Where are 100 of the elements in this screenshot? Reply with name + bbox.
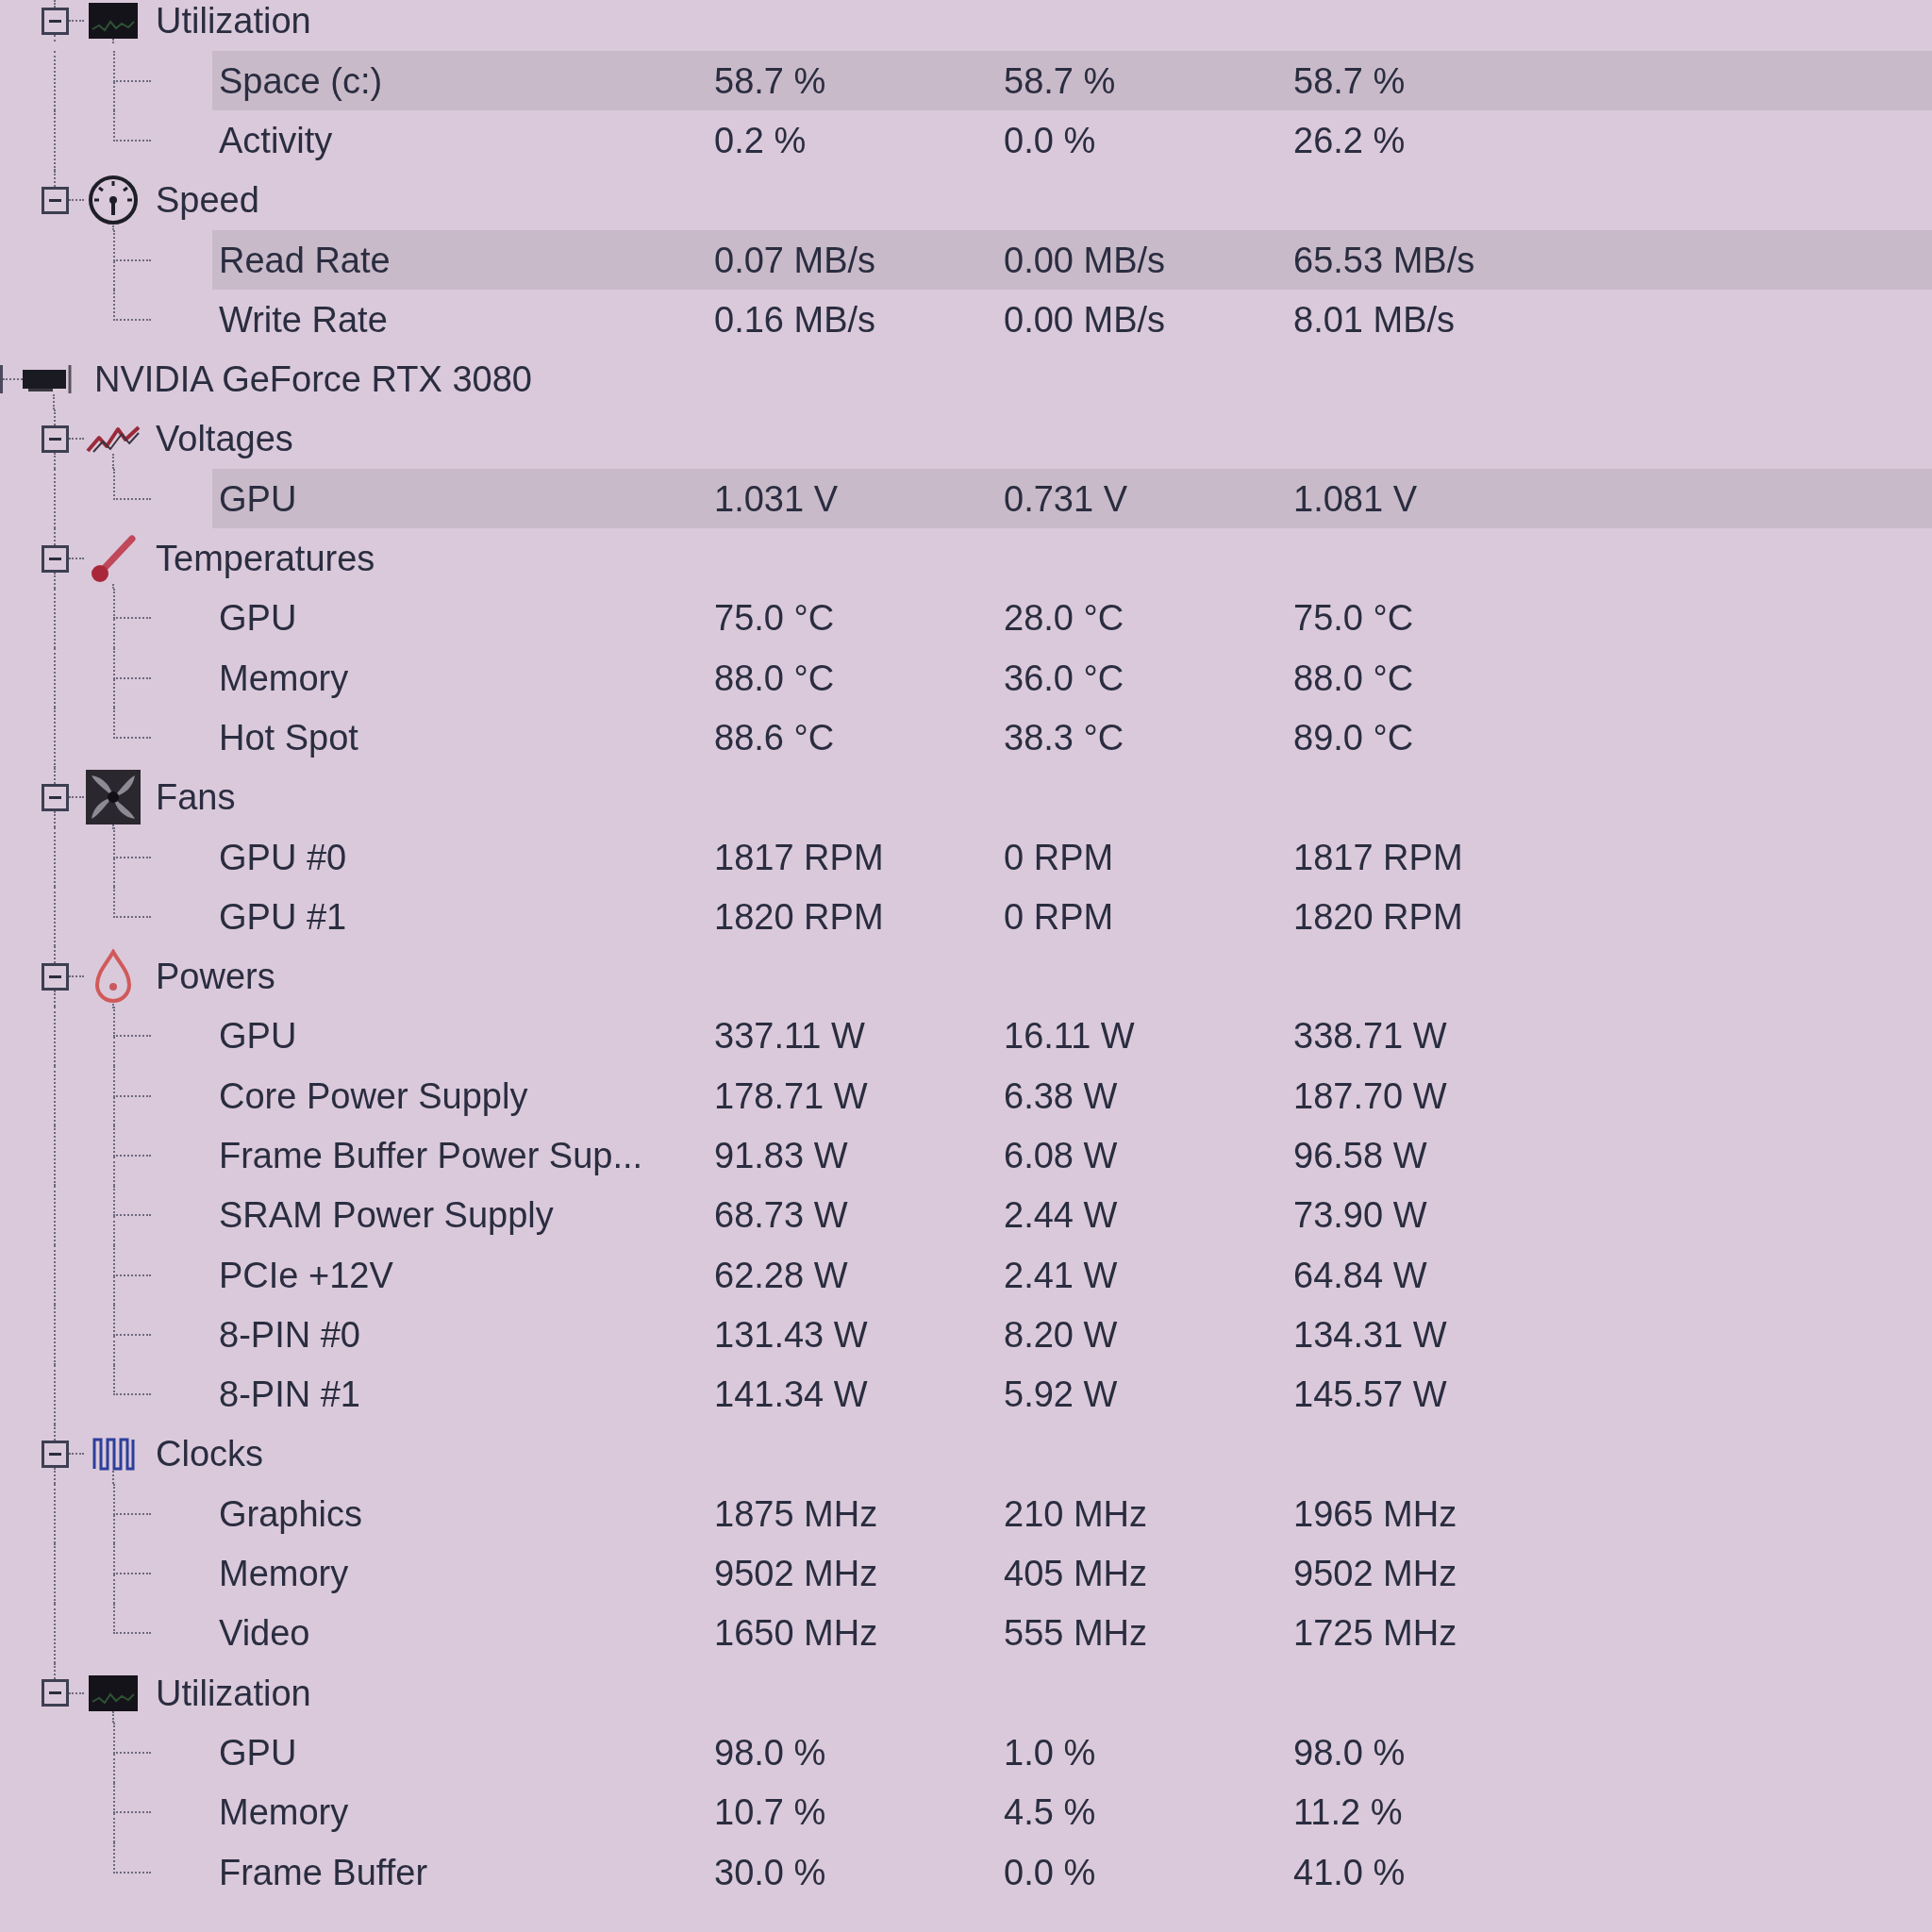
sensor-value: 0.00 MB/s [1004,301,1167,338]
sensor-label: SRAM Power Supply [218,1197,555,1234]
sensor-value: 65.53 MB/s [1293,242,1476,278]
sensor-row[interactable]: PCIe +12V 62.28 W 2.41 W 64.84 W [212,1244,1932,1306]
sensor-value: 1875 MHz [714,1495,879,1532]
sensor-value: 36.0 °C [1004,659,1125,696]
sensor-label: GPU [218,480,298,517]
sensor-value: 62.28 W [714,1257,849,1293]
sensor-value: 75.0 °C [1293,600,1415,637]
sensor-value: 58.7 % [1293,62,1407,99]
category-label: Powers [156,958,275,995]
sensor-value: 9502 MHz [714,1556,879,1592]
gauge-icon [88,175,139,226]
sensor-value: 1725 MHz [1293,1615,1458,1652]
sensor-value: 0 RPM [1004,839,1115,875]
sensor-value: 64.84 W [1293,1257,1428,1293]
sensor-value: 6.08 W [1004,1138,1119,1174]
sensor-value: 0.731 V [1004,480,1128,517]
sensor-value: 134.31 W [1293,1316,1448,1353]
sensor-value: 38.3 °C [1004,719,1125,756]
sensor-row[interactable]: Video 1650 MHz 555 MHz 1725 MHz [212,1603,1932,1663]
sensor-row[interactable]: Space (c:) 58.7 % 58.7 % 58.7 % [212,51,1932,111]
sensor-value: 8.01 MB/s [1293,301,1457,338]
sensor-row[interactable]: GPU 337.11 W 16.11 W 338.71 W [212,1006,1932,1067]
category-label: Clocks [156,1436,264,1473]
collapse-icon[interactable] [41,544,69,573]
sensor-row[interactable]: Memory 9502 MHz 405 MHz 9502 MHz [212,1543,1932,1604]
sensor-label: Space (c:) [218,62,384,99]
sensor-value: 1650 MHz [714,1615,879,1652]
collapse-icon[interactable] [41,425,69,453]
sensor-label: Activity [218,122,334,158]
sensor-value: 337.11 W [714,1018,866,1055]
sensor-value: 2.41 W [1004,1257,1119,1293]
sensor-value: 1.081 V [1293,480,1418,517]
sensor-value: 10.7 % [714,1794,827,1831]
sensor-value: 9502 MHz [1293,1556,1458,1592]
collapse-icon[interactable] [41,1679,69,1707]
sensor-row[interactable]: GPU #1 1820 RPM 0 RPM 1820 RPM [212,887,1932,947]
sensor-value: 98.0 % [714,1734,827,1771]
sensor-row[interactable]: GPU 98.0 % 1.0 % 98.0 % [212,1723,1932,1783]
sensor-value: 88.6 °C [714,719,836,756]
sensor-row[interactable]: Activity 0.2 % 0.0 % 26.2 % [212,110,1932,171]
sensor-row[interactable]: Core Power Supply 178.71 W 6.38 W 187.70 W [212,1066,1932,1126]
sensor-value: 178.71 W [714,1077,869,1114]
sensor-value: 75.0 °C [714,600,836,637]
sensor-row[interactable]: 8-PIN #0 131.43 W 8.20 W 134.31 W [212,1305,1932,1365]
sensor-label: GPU [218,1734,298,1771]
sensor-value: 131.43 W [714,1316,869,1353]
sensor-value: 88.0 °C [1293,659,1415,696]
sensor-value: 405 MHz [1004,1556,1149,1592]
sensor-label: Hot Spot [218,719,359,756]
sensor-label: GPU [218,600,298,637]
category-label: Fans [156,779,236,816]
sensor-row[interactable]: Memory 88.0 °C 36.0 °C 88.0 °C [212,647,1932,708]
sensor-row[interactable]: Memory 10.7 % 4.5 % 11.2 % [212,1782,1932,1842]
sensor-value: 1820 RPM [714,898,885,935]
fan-icon [86,770,141,825]
sensor-label: Graphics [218,1495,364,1532]
sensor-row[interactable]: Read Rate 0.07 MB/s 0.00 MB/s 65.53 MB/s [212,229,1932,291]
sensor-value: 1817 RPM [1293,839,1464,875]
sensor-row[interactable]: SRAM Power Supply 68.73 W 2.44 W 73.90 W [212,1185,1932,1245]
sensor-label: Frame Buffer Power Sup... [218,1138,644,1174]
collapse-icon[interactable] [41,7,69,35]
collapse-icon[interactable] [41,1441,69,1468]
sensor-value: 11.2 % [1293,1794,1404,1831]
collapse-icon[interactable] [41,186,69,214]
sensor-value: 26.2 % [1293,122,1407,158]
sensor-value: 1.0 % [1004,1734,1097,1771]
square-wave-icon [92,1437,135,1472]
sensor-row[interactable]: Frame Buffer 30.0 % 0.0 % 41.0 % [212,1841,1932,1903]
sensor-row[interactable]: GPU 75.0 °C 28.0 °C 75.0 °C [212,588,1932,648]
sensor-label: GPU [218,1018,298,1055]
sensor-label: Core Power Supply [218,1077,529,1114]
sensor-row[interactable]: GPU #0 1817 RPM 0 RPM 1817 RPM [212,826,1932,888]
sensor-label: Read Rate [218,242,391,278]
sensor-row[interactable]: Hot Spot 88.6 °C 38.3 °C 89.0 °C [212,708,1932,768]
sensor-value: 58.7 % [1004,62,1117,99]
sensor-value: 1965 MHz [1293,1495,1458,1532]
sensor-row[interactable]: Frame Buffer Power Sup... 91.83 W 6.08 W 96.58 W [212,1125,1932,1186]
zigzag-icon [86,424,141,455]
sensor-value: 16.11 W [1004,1018,1136,1055]
sensor-value: 68.73 W [714,1197,849,1234]
sensor-value: 2.44 W [1004,1197,1119,1234]
sensor-row[interactable]: GPU 1.031 V 0.731 V 1.081 V [212,469,1932,529]
sensor-value: 88.0 °C [714,659,836,696]
collapse-icon[interactable] [41,962,69,991]
graphics-card-icon [23,364,74,395]
sensor-value: 0.0 % [1004,122,1097,158]
sensor-label: Memory [218,1556,350,1592]
sensor-value: 73.90 W [1293,1197,1428,1234]
sensor-label: Memory [218,659,350,696]
category-label: Speed [156,182,259,219]
sensor-label: Video [218,1615,311,1652]
sensor-row[interactable]: 8-PIN #1 141.34 W 5.92 W 145.57 W [212,1364,1932,1424]
sensor-row[interactable]: Graphics 1875 MHz 210 MHz 1965 MHz [212,1484,1932,1544]
sensor-label: GPU #0 [218,839,348,875]
sensor-row[interactable]: Write Rate 0.16 MB/s 0.00 MB/s 8.01 MB/s [212,290,1932,350]
category-label: Voltages [156,421,293,458]
sensor-value: 5.92 W [1004,1376,1119,1413]
collapse-icon[interactable] [41,783,69,811]
